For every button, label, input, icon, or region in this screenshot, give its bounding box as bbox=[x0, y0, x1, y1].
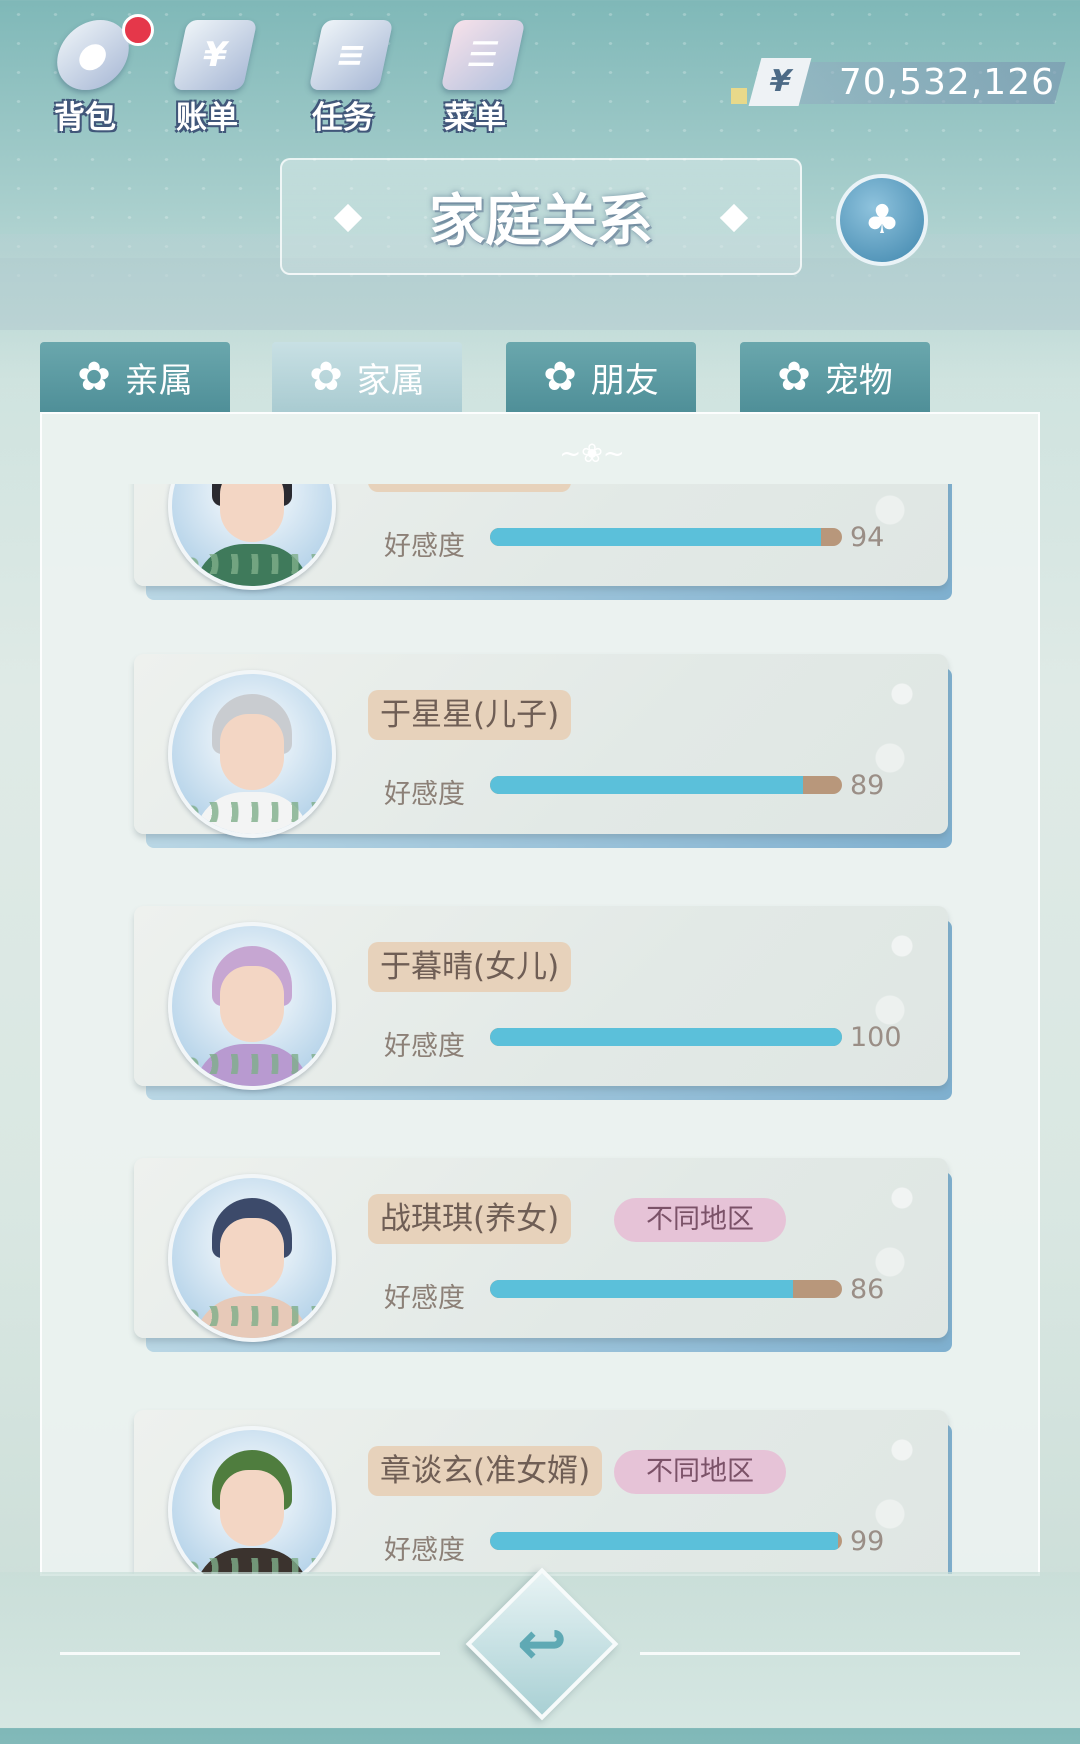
task-icon: ≡ bbox=[308, 20, 394, 90]
avatar bbox=[168, 484, 336, 590]
avatar bbox=[168, 922, 336, 1090]
avatar bbox=[168, 1174, 336, 1342]
flower-icon: ✿ bbox=[77, 354, 111, 400]
flower-icon: ✿ bbox=[543, 354, 577, 400]
affinity-label: 好感度 bbox=[384, 1535, 465, 1566]
affinity-value: 89 bbox=[850, 770, 885, 801]
tab-pets[interactable]: ✿ 宠物 bbox=[740, 342, 930, 412]
task-button[interactable]: ≡ 任务 bbox=[288, 10, 408, 136]
member-card[interactable]: 于暮晴(女儿) 好感度 100 bbox=[134, 906, 952, 1100]
page-title-box: 家庭关系 bbox=[280, 158, 802, 275]
backpack-label: 背包 bbox=[54, 100, 116, 136]
affinity-value: 100 bbox=[850, 1022, 902, 1053]
tab-friends[interactable]: ✿ 朋友 bbox=[506, 342, 696, 412]
flower-icon: ✿ bbox=[309, 354, 343, 400]
affinity-label: 好感度 bbox=[384, 1283, 465, 1314]
member-card[interactable]: 章谈玄(准女婿) 不同地区 好感度 99 bbox=[134, 1410, 952, 1574]
gold-square-icon bbox=[731, 88, 747, 104]
affinity-value: 99 bbox=[850, 1526, 885, 1557]
return-arrow-icon: ↩ bbox=[516, 1609, 568, 1679]
affinity-bar bbox=[490, 1280, 842, 1298]
affinity-label: 好感度 bbox=[384, 779, 465, 810]
tab-label: 宠物 bbox=[824, 360, 893, 401]
divider bbox=[60, 1652, 440, 1655]
avatar bbox=[168, 670, 336, 838]
affinity-label: 好感度 bbox=[384, 531, 465, 562]
notification-dot bbox=[122, 14, 154, 46]
tab-family[interactable]: ✿ 家属 bbox=[272, 342, 462, 412]
bill-button[interactable]: ¥ 账单 bbox=[152, 10, 272, 136]
affinity-bar bbox=[490, 528, 842, 546]
task-label: 任务 bbox=[312, 100, 374, 136]
affinity-bar bbox=[490, 1532, 842, 1550]
member-card[interactable]: 于星星(儿子) 好感度 89 bbox=[134, 654, 952, 848]
affinity-bar bbox=[490, 776, 842, 794]
flower-icon: ✿ bbox=[777, 354, 811, 400]
bill-icon: ¥ bbox=[172, 20, 258, 90]
currency-display: ¥ 70,532,126 bbox=[731, 58, 1066, 106]
affinity-label: 好感度 bbox=[384, 1031, 465, 1062]
family-tree-button[interactable]: ♣ bbox=[836, 174, 928, 266]
menu-button[interactable]: ☰ 菜单 bbox=[420, 10, 540, 136]
region-badge: 不同地区 bbox=[614, 1198, 786, 1242]
member-card[interactable]: 战来微(妻子) 好感度 94 bbox=[134, 484, 952, 600]
tab-relatives[interactable]: ✿ 亲属 bbox=[40, 342, 230, 412]
currency-amount: 70,532,126 bbox=[838, 62, 1055, 103]
bill-label: 账单 bbox=[176, 100, 238, 136]
diamond-icon bbox=[333, 203, 363, 233]
member-name: 于星星(儿子) bbox=[368, 690, 572, 740]
avatar bbox=[168, 1426, 336, 1574]
family-tree-icon: ♣ bbox=[864, 197, 900, 243]
affinity-bar bbox=[490, 1028, 842, 1046]
tab-label: 亲属 bbox=[124, 360, 193, 401]
member-list-panel: ~❀~ 战来微(妻子) 好感度 94 bbox=[40, 412, 1040, 1576]
ornament-icon: ~❀~ bbox=[559, 439, 625, 469]
member-list[interactable]: 战来微(妻子) 好感度 94 于星星(儿子) 好感度 89 bbox=[42, 484, 1038, 1574]
member-name: 战来微(妻子) bbox=[368, 484, 572, 492]
region-badge: 不同地区 bbox=[614, 1450, 786, 1494]
tab-label: 朋友 bbox=[590, 360, 659, 401]
member-name: 章谈玄(准女婿) bbox=[368, 1446, 603, 1496]
member-card[interactable]: 战琪琪(养女) 不同地区 好感度 86 bbox=[134, 1158, 952, 1352]
diamond-icon bbox=[719, 203, 749, 233]
affinity-value: 94 bbox=[850, 522, 885, 553]
page-title: 家庭关系 bbox=[429, 189, 653, 254]
menu-icon: ☰ bbox=[440, 20, 526, 90]
member-name: 战琪琪(养女) bbox=[368, 1194, 572, 1244]
tab-label: 家属 bbox=[356, 360, 425, 401]
member-name: 于暮晴(女儿) bbox=[368, 942, 572, 992]
affinity-value: 86 bbox=[850, 1274, 885, 1305]
menu-label: 菜单 bbox=[444, 100, 506, 136]
divider bbox=[640, 1652, 1020, 1655]
